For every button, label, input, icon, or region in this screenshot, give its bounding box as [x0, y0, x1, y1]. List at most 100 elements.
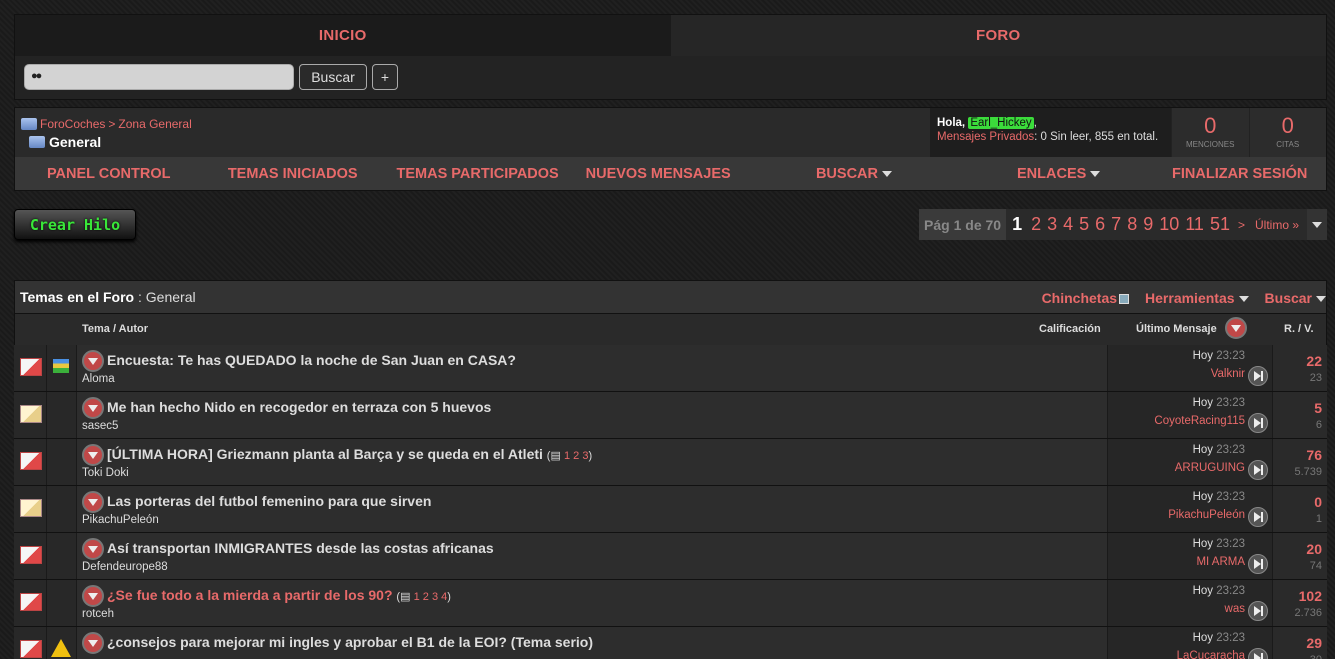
thread-page-link[interactable]: 1 — [414, 591, 420, 603]
reply-count[interactable]: 102 — [1299, 588, 1322, 604]
thread-author[interactable]: rotceh — [82, 608, 114, 620]
menu-buscar[interactable]: BUSCAR — [744, 166, 964, 182]
go-to-last-post-icon[interactable] — [1248, 413, 1268, 433]
thread-author[interactable]: sasec5 — [82, 420, 118, 432]
last-post-user[interactable]: MI ARMA — [1196, 556, 1245, 568]
page-link[interactable]: 8 — [1124, 214, 1140, 235]
tools-menu[interactable]: Herramientas — [1145, 290, 1249, 306]
breadcrumb-bar: ForoCoches > Zona General General Hola, … — [14, 107, 1327, 191]
forum-search-menu[interactable]: Buscar — [1265, 290, 1326, 306]
last-post-user[interactable]: CoyoteRacing115 — [1154, 415, 1245, 427]
go-to-last-post-icon[interactable] — [1248, 460, 1268, 480]
last-post-user[interactable]: was — [1225, 603, 1245, 615]
last-post-date: Hoy — [1192, 632, 1214, 644]
last-post-user[interactable]: Valknir — [1211, 368, 1245, 380]
thread-author[interactable]: Defendeurope88 — [82, 561, 168, 573]
page-link[interactable]: 5 — [1076, 214, 1092, 235]
reply-count[interactable]: 22 — [1306, 353, 1322, 369]
private-messages-link[interactable]: Mensajes Privados — [937, 131, 1034, 143]
thread-menu-icon[interactable] — [82, 397, 104, 419]
thread-author[interactable]: PikachuPeleón — [82, 514, 159, 526]
thread-icon-cell — [47, 580, 77, 626]
thread-page-link[interactable]: 3 — [432, 591, 438, 603]
thread-list-title: Temas en el Foro : General — [20, 289, 196, 305]
thread-title-link[interactable]: Encuesta: Te has QUEDADO la noche de San… — [107, 352, 516, 368]
page-link[interactable]: 6 — [1092, 214, 1108, 235]
tab-foro[interactable]: FORO — [670, 15, 1326, 56]
thread-title-link[interactable]: Las porteras del futbol femenino para qu… — [107, 493, 431, 509]
thread-menu-icon[interactable] — [82, 585, 104, 607]
last-post-user[interactable]: ARRUGUING — [1175, 462, 1245, 474]
thread-menu-icon[interactable] — [82, 350, 104, 372]
thread-menu-icon[interactable] — [82, 491, 104, 513]
last-post-user[interactable]: PikachuPeleón — [1168, 509, 1245, 521]
thread-author[interactable]: Aloma — [82, 373, 115, 385]
menu-temas-iniciados[interactable]: TEMAS INICIADOS — [202, 166, 383, 182]
thread-title: Así transportan INMIGRANTES desde las co… — [107, 540, 494, 556]
page-link[interactable]: 9 — [1140, 214, 1156, 235]
menu-finalizar-sesion[interactable]: FINALIZAR SESIÓN — [1153, 166, 1326, 182]
thread-page-link[interactable]: 2 — [573, 450, 579, 462]
quotes-counter[interactable]: 0 CITAS — [1248, 108, 1326, 157]
thread-menu-icon[interactable] — [82, 632, 104, 654]
replies-views-cell: 56 — [1272, 392, 1327, 438]
thread-page-link[interactable]: 1 — [564, 450, 570, 462]
page-link[interactable]: 2 — [1028, 214, 1044, 235]
go-to-last-post-icon[interactable] — [1248, 601, 1268, 621]
thread-page-link[interactable]: 4 — [441, 591, 447, 603]
sort-descending-icon[interactable] — [1225, 317, 1247, 339]
thread-title-link[interactable]: ¿consejos para mejorar mi ingles y aprob… — [107, 634, 593, 650]
column-replies-views[interactable]: R. / V. — [1284, 323, 1314, 335]
page-link[interactable]: 7 — [1108, 214, 1124, 235]
go-to-last-post-icon[interactable] — [1248, 366, 1268, 386]
page-jump-dropdown[interactable] — [1307, 209, 1327, 240]
thread-title-cell: Las porteras del futbol femenino para qu… — [77, 486, 1107, 532]
thread-title-link[interactable]: ¿Se fue todo a la mierda a partir de los… — [107, 587, 451, 603]
page-link[interactable]: 10 — [1156, 214, 1182, 235]
menu-nuevos-mensajes[interactable]: NUEVOS MENSAJES — [572, 166, 744, 182]
reply-count[interactable]: 0 — [1314, 494, 1322, 510]
column-last-post[interactable]: Último Mensaje — [1136, 323, 1217, 335]
advanced-search-button[interactable]: + — [372, 64, 398, 90]
last-post-clock: 23:23 — [1216, 397, 1245, 409]
thread-page-link[interactable]: 3 — [582, 450, 588, 462]
reply-count[interactable]: 20 — [1306, 541, 1322, 557]
last-post-user[interactable]: LaCucaracha — [1177, 650, 1245, 659]
page-link[interactable]: 11 — [1182, 214, 1207, 235]
sticky-toggle[interactable]: Chinchetas — [1042, 290, 1130, 306]
next-page-link[interactable]: > — [1233, 218, 1250, 232]
thread-author[interactable]: Toki Doki — [82, 467, 129, 479]
thread-title-link[interactable]: Así transportan INMIGRANTES desde las co… — [107, 540, 494, 556]
mentions-counter[interactable]: 0 MENCIONES — [1171, 108, 1249, 157]
thread-title-link[interactable]: Me han hecho Nido en recogedor en terraz… — [107, 399, 491, 415]
last-page-link[interactable]: Último » — [1250, 218, 1304, 232]
menu-panel-control[interactable]: PANEL CONTROL — [15, 166, 202, 182]
reply-count[interactable]: 29 — [1306, 635, 1322, 651]
menu-enlaces[interactable]: ENLACES — [964, 166, 1153, 182]
last-post-time: Hoy 23:23 — [1193, 632, 1245, 644]
tab-inicio[interactable]: INICIO — [15, 15, 671, 56]
go-to-last-post-icon[interactable] — [1248, 507, 1268, 527]
page-link[interactable]: 51 — [1207, 214, 1233, 235]
main-menu: PANEL CONTROL TEMAS INICIADOS TEMAS PART… — [15, 157, 1326, 190]
go-to-last-post-icon[interactable] — [1248, 554, 1268, 574]
search-input[interactable]: ●● — [24, 64, 294, 90]
go-to-last-post-icon[interactable] — [1248, 648, 1268, 659]
reply-count[interactable]: 76 — [1306, 447, 1322, 463]
thread-page-link[interactable]: 2 — [423, 591, 429, 603]
page-link[interactable]: 4 — [1060, 214, 1076, 235]
search-button[interactable]: Buscar — [299, 64, 367, 90]
thread-menu-icon[interactable] — [82, 444, 104, 466]
username-link[interactable]: Earl_Hickey — [968, 117, 1034, 129]
thread-menu-icon[interactable] — [82, 538, 104, 560]
reply-count[interactable]: 5 — [1314, 400, 1322, 416]
thread-title-link[interactable]: [ÚLTIMA HORA] Griezmann planta al Barça … — [107, 446, 592, 462]
create-thread-button[interactable]: Crear Hilo — [14, 209, 136, 240]
page-link[interactable]: 3 — [1044, 214, 1060, 235]
column-topic[interactable]: Tema / Autor — [82, 323, 148, 335]
menu-temas-participados[interactable]: TEMAS PARTICIPADOS — [383, 166, 572, 182]
column-rating[interactable]: Calificación — [1039, 323, 1101, 335]
breadcrumb-zone[interactable]: Zona General — [118, 117, 191, 131]
mentions-count: 0 — [1204, 113, 1217, 138]
breadcrumb-root[interactable]: ForoCoches — [40, 117, 105, 131]
